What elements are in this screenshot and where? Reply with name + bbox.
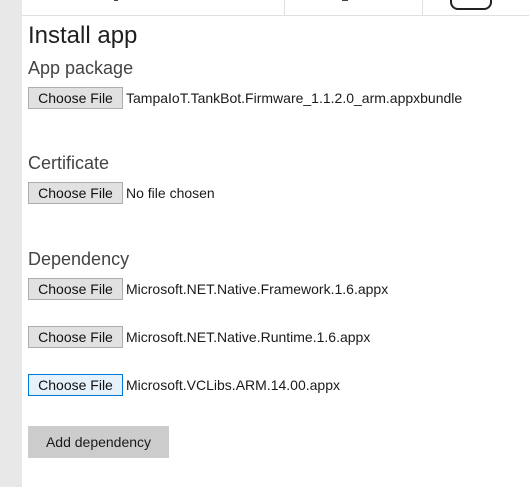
dependency-file-name: Microsoft.NET.Native.Framework.1.6.appx [126, 281, 389, 297]
dependency-choose-file-button[interactable]: Choose File [28, 326, 123, 348]
app-package-heading: App package [28, 58, 134, 78]
top-toolbar [22, 0, 529, 16]
app-package-choose-file-button[interactable]: Choose File [28, 87, 123, 109]
dependency-row: Choose File Microsoft.NET.Native.Runtime… [28, 326, 370, 348]
toolbar-fragment [114, 0, 118, 1]
certificate-heading: Certificate [28, 153, 110, 173]
dependency-file-name: Microsoft.VCLibs.ARM.14.00.appx [126, 377, 340, 393]
left-rail [0, 0, 22, 487]
dependency-row: Choose File Microsoft.NET.Native.Framewo… [28, 278, 388, 300]
toolbar-divider [284, 0, 285, 15]
certificate-file-name: No file chosen [126, 185, 215, 201]
dependency-row: Choose File Microsoft.VCLibs.ARM.14.00.a… [28, 374, 340, 396]
certificate-choose-file-button[interactable]: Choose File [28, 182, 123, 204]
toolbar-fragment [342, 0, 348, 1]
dependency-choose-file-button[interactable]: Choose File [28, 374, 123, 396]
dependency-choose-file-button[interactable]: Choose File [28, 278, 123, 300]
toolbar-button[interactable] [450, 0, 492, 10]
page-title: Install app [28, 22, 138, 49]
app-package-row: Choose File TampaIoT.TankBot.Firmware_1.… [28, 87, 462, 109]
dependency-heading: Dependency [28, 249, 130, 269]
app-package-file-name: TampaIoT.TankBot.Firmware_1.1.2.0_arm.ap… [126, 90, 463, 106]
toolbar-divider [422, 0, 423, 15]
dependency-file-name: Microsoft.NET.Native.Runtime.1.6.appx [126, 329, 371, 345]
add-dependency-button[interactable]: Add dependency [28, 426, 169, 458]
certificate-row: Choose File No file chosen [28, 182, 215, 204]
